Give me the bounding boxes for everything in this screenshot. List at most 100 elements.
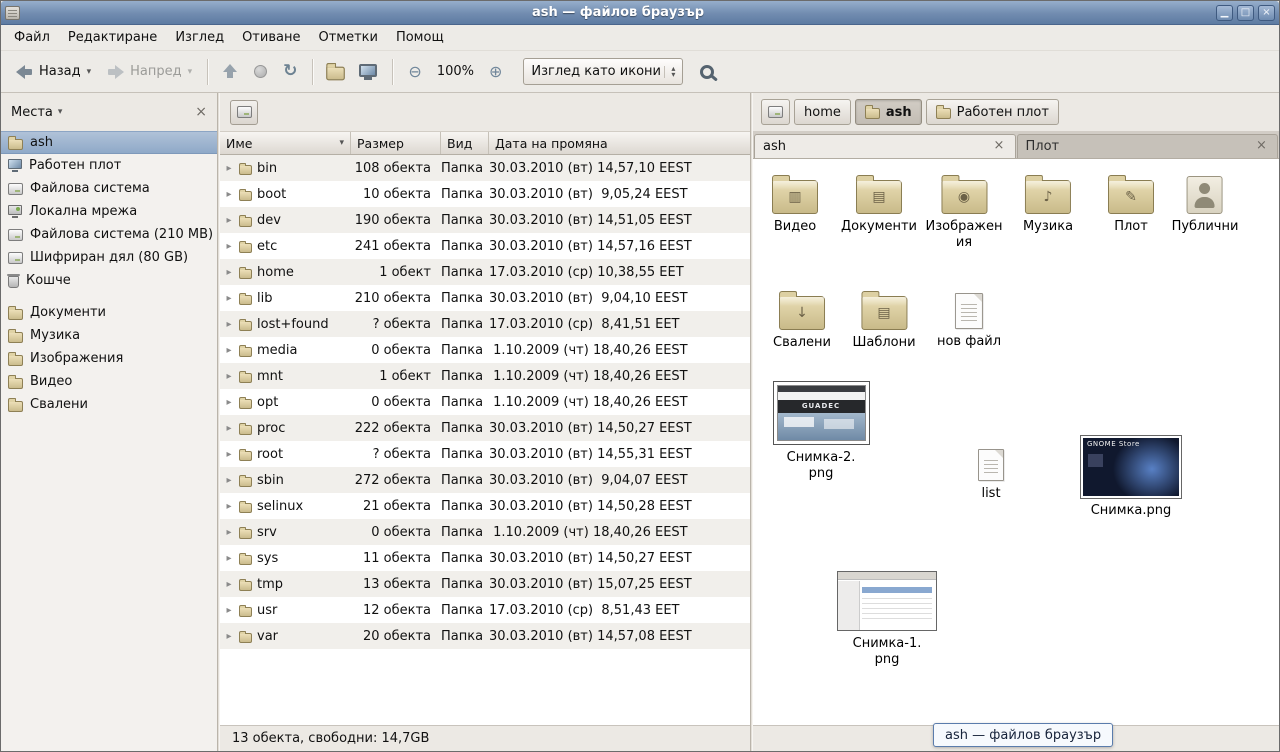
tab-close-icon[interactable]: × (992, 139, 1007, 154)
file-row[interactable]: ▸selinux21 обектаПапка30.03.2010 (вт) 14… (220, 493, 750, 519)
expander-icon[interactable]: ▸ (224, 475, 234, 486)
menu-item[interactable]: Отметки (309, 25, 386, 50)
file-row[interactable]: ▸bin108 обектаПапка30.03.2010 (вт) 14,57… (220, 155, 750, 181)
zoom-out-button[interactable]: ⊖ (401, 56, 428, 88)
icon-item[interactable]: GNOME StoreСнимка.png (1083, 434, 1179, 519)
icon-item[interactable]: ▤Шаблони (852, 289, 915, 351)
maximize-button[interactable]: □ (1237, 5, 1254, 21)
column-header-type[interactable]: Вид (441, 132, 489, 154)
expander-icon[interactable]: ▸ (224, 189, 234, 200)
file-row[interactable]: ▸sbin272 обектаПапка30.03.2010 (вт) 9,04… (220, 467, 750, 493)
file-row[interactable]: ▸home1 обектПапка17.03.2010 (ср) 10,38,5… (220, 259, 750, 285)
sidebar-item[interactable]: Музика (1, 324, 217, 347)
path-button[interactable]: ash (855, 99, 922, 125)
search-button[interactable] (693, 56, 721, 88)
file-row[interactable]: ▸mnt1 обектПапка 1.10.2009 (чт) 18,40,26… (220, 363, 750, 389)
computer-button[interactable] (352, 56, 384, 88)
expander-icon[interactable]: ▸ (224, 631, 234, 642)
sidebar-item[interactable]: Файлова система (210 MB) (1, 223, 217, 246)
sidebar-item[interactable]: Документи (1, 301, 217, 324)
expander-icon[interactable]: ▸ (224, 319, 234, 330)
expander-icon[interactable]: ▸ (224, 371, 234, 382)
expander-icon[interactable]: ▸ (224, 527, 234, 538)
expander-icon[interactable]: ▸ (224, 267, 234, 278)
chevron-down-icon[interactable]: ▾ (58, 107, 63, 117)
icon-item[interactable]: ▤Документи (841, 173, 917, 235)
minimize-button[interactable]: ▁ (1216, 5, 1233, 21)
expander-icon[interactable]: ▸ (224, 423, 234, 434)
file-row[interactable]: ▸boot10 обектаПапка30.03.2010 (вт) 9,05,… (220, 181, 750, 207)
file-row[interactable]: ▸opt0 обектаПапка 1.10.2009 (чт) 18,40,2… (220, 389, 750, 415)
view-mode-select[interactable]: Изглед като икони ▴▾ (523, 58, 683, 85)
menu-item[interactable]: Помощ (387, 25, 453, 50)
file-row[interactable]: ▸lib210 обектаПапка30.03.2010 (вт) 9,04,… (220, 285, 750, 311)
tab-close-icon[interactable]: × (1254, 139, 1269, 154)
icon-item[interactable]: ✎Плот (1108, 173, 1154, 235)
expander-icon[interactable]: ▸ (224, 293, 234, 304)
path-button[interactable]: home (794, 99, 851, 125)
icon-item[interactable]: нов файл (937, 289, 1001, 350)
icon-item[interactable]: ♪Музика (1023, 173, 1073, 235)
sidebar-item[interactable]: Кошче (1, 269, 217, 292)
menu-item[interactable]: Отиване (233, 25, 309, 50)
sidebar-item[interactable]: Видео (1, 370, 217, 393)
file-row[interactable]: ▸lost+found? обектаПапка17.03.2010 (ср) … (220, 311, 750, 337)
expander-icon[interactable]: ▸ (224, 553, 234, 564)
icon-item[interactable]: ◉Изображен ия (925, 173, 1002, 252)
sidebar-item[interactable]: Изображения (1, 347, 217, 370)
tab[interactable]: Плот× (1017, 134, 1279, 158)
file-row[interactable]: ▸etc241 обектаПапка30.03.2010 (вт) 14,57… (220, 233, 750, 259)
sidebar-item[interactable]: Файлова система (1, 177, 217, 200)
icon-item[interactable]: GUADECСнимка-2. png (773, 379, 869, 483)
expander-icon[interactable]: ▸ (224, 579, 234, 590)
column-header-date[interactable]: Дата на промяна (489, 132, 750, 154)
menu-item[interactable]: Изглед (166, 25, 233, 50)
icon-item[interactable]: ↓Свалени (773, 289, 831, 351)
stop-button[interactable] (247, 56, 274, 88)
sidebar-item[interactable]: ash (1, 131, 217, 154)
forward-button[interactable]: Напред ▾ (100, 56, 199, 88)
sidebar-item[interactable]: Свалени (1, 393, 217, 416)
path-button[interactable] (761, 99, 790, 125)
path-button[interactable]: Работен плот (926, 99, 1059, 125)
close-button[interactable]: × (1258, 5, 1275, 21)
file-row[interactable]: ▸sys11 обектаПапка30.03.2010 (вт) 14,50,… (220, 545, 750, 571)
menu-item[interactable]: Редактиране (59, 25, 166, 50)
file-row[interactable]: ▸root? обектаПапка30.03.2010 (вт) 14,55,… (220, 441, 750, 467)
sidebar-item[interactable]: Локална мрежа (1, 200, 217, 223)
sidebar-item[interactable]: Работен плот (1, 154, 217, 177)
titlebar[interactable]: ash — файлов браузър ▁ □ × (1, 1, 1279, 25)
expander-icon[interactable]: ▸ (224, 449, 234, 460)
menu-item[interactable]: Файл (5, 25, 59, 50)
icon-item[interactable]: ▥Видео (772, 173, 818, 235)
tab[interactable]: ash× (754, 134, 1016, 158)
icon-item[interactable]: Публични (1172, 173, 1239, 235)
file-row[interactable]: ▸dev190 обектаПапка30.03.2010 (вт) 14,51… (220, 207, 750, 233)
file-row[interactable]: ▸media0 обектаПапка 1.10.2009 (чт) 18,40… (220, 337, 750, 363)
icon-canvas[interactable]: ▥Видео ▤Документи◉Изображен ия ♪Музика ✎Пло… (753, 159, 1279, 725)
icon-item[interactable]: list (978, 447, 1004, 502)
expander-icon[interactable]: ▸ (224, 163, 234, 174)
home-button[interactable] (321, 56, 350, 88)
expander-icon[interactable]: ▸ (224, 605, 234, 616)
back-button[interactable]: Назад ▾ (9, 56, 98, 88)
icon-item[interactable]: Снимка-1. png (839, 569, 935, 669)
column-header-name[interactable]: Име ▾ (220, 132, 351, 154)
column-header-size[interactable]: Размер (351, 132, 441, 154)
up-button[interactable] (216, 56, 245, 88)
expander-icon[interactable]: ▸ (224, 241, 234, 252)
file-row[interactable]: ▸proc222 обектаПапка30.03.2010 (вт) 14,5… (220, 415, 750, 441)
close-sidebar-icon[interactable]: × (195, 105, 207, 119)
expander-icon[interactable]: ▸ (224, 215, 234, 226)
expander-icon[interactable]: ▸ (224, 345, 234, 356)
expander-icon[interactable]: ▸ (224, 501, 234, 512)
reload-button[interactable]: ↻ (276, 56, 304, 88)
file-row[interactable]: ▸tmp13 обектаПапка30.03.2010 (вт) 15,07,… (220, 571, 750, 597)
root-location-button[interactable] (230, 100, 258, 125)
file-row[interactable]: ▸var20 обектаПапка30.03.2010 (вт) 14,57,… (220, 623, 750, 649)
file-row[interactable]: ▸usr12 обектаПапка17.03.2010 (ср) 8,51,4… (220, 597, 750, 623)
file-row[interactable]: ▸srv0 обектаПапка 1.10.2009 (чт) 18,40,2… (220, 519, 750, 545)
expander-icon[interactable]: ▸ (224, 397, 234, 408)
sidebar-item[interactable]: Шифриран дял (80 GB) (1, 246, 217, 269)
zoom-in-button[interactable]: ⊕ (482, 56, 509, 88)
